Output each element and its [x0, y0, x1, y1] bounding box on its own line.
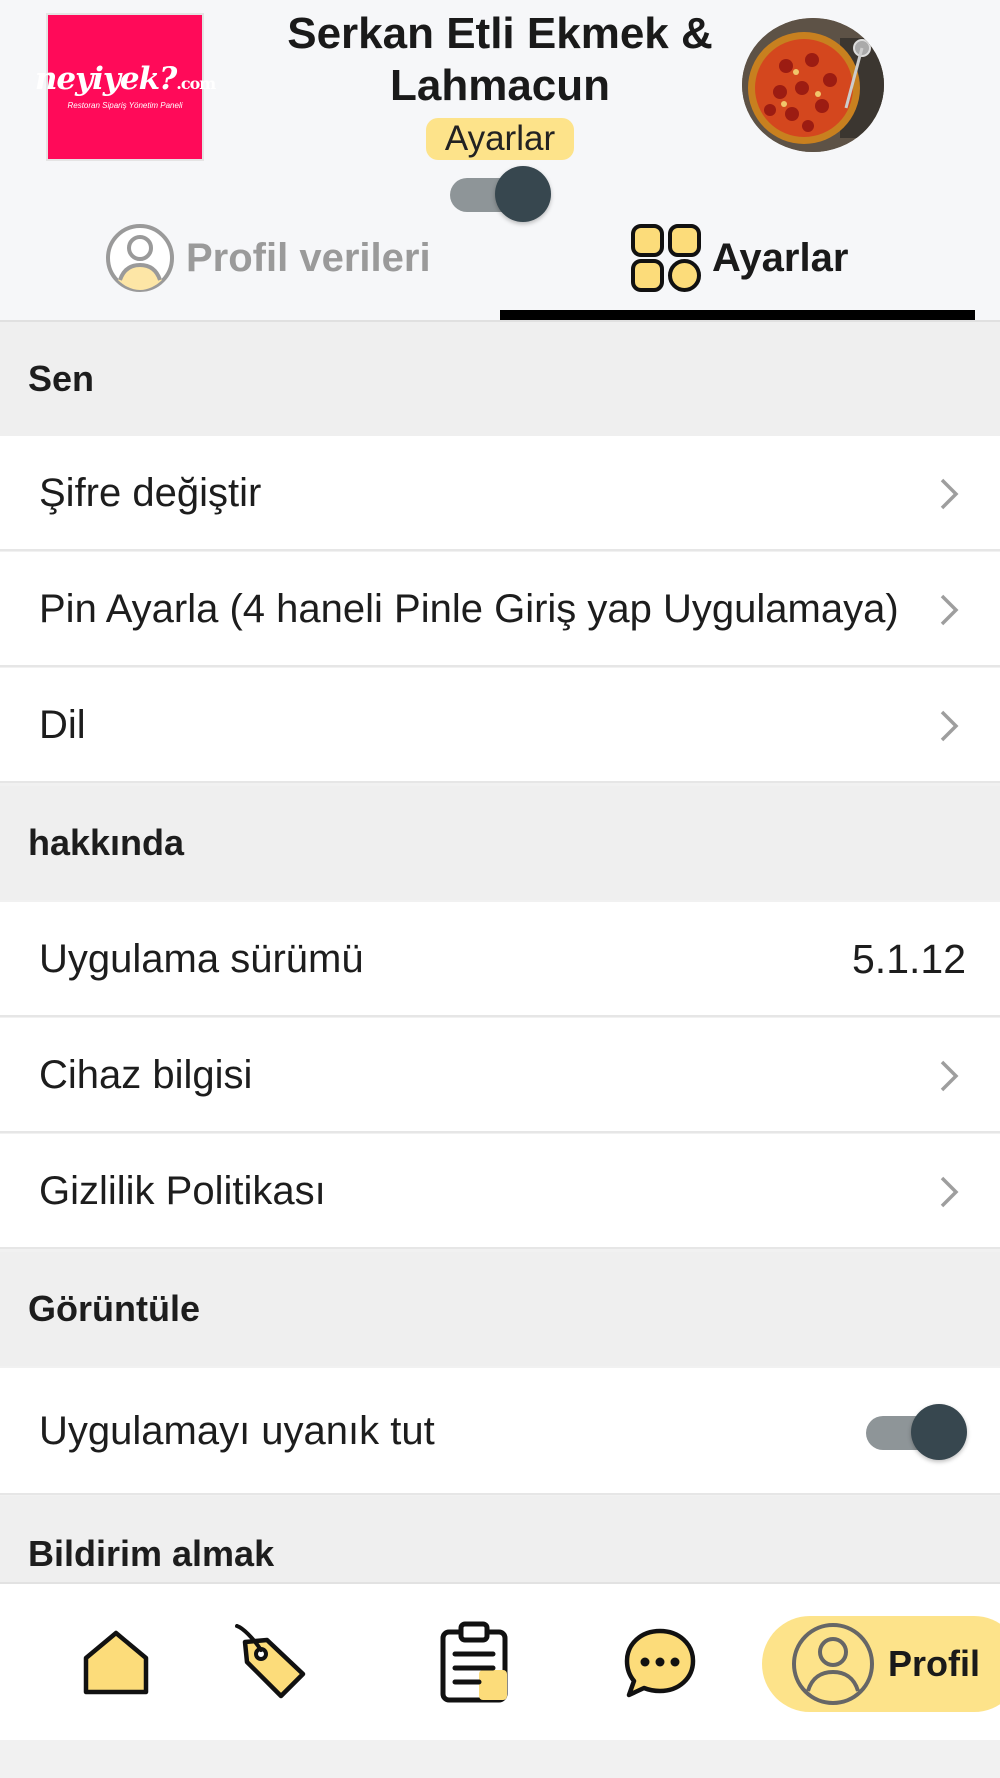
restaurant-avatar[interactable]	[742, 18, 884, 152]
logo-brand-main: neyiyek?	[34, 61, 177, 97]
chevron-right-icon	[940, 478, 959, 510]
section-header-display: Görüntüle	[0, 1252, 1000, 1366]
nav-messages[interactable]	[622, 1626, 698, 1700]
tab-profile-data[interactable]: Profil verileri	[104, 218, 431, 298]
section-title-you: Sen	[28, 358, 95, 399]
grid-icon	[630, 223, 702, 293]
chevron-right-icon	[940, 710, 959, 742]
page-badge: Ayarlar	[426, 118, 574, 160]
app-version-label: Uygulama sürümü	[39, 937, 364, 981]
set-pin-row[interactable]: Pin Ayarla (4 haneli Pinle Giriş yap Uyg…	[0, 552, 1000, 667]
user-circle-icon	[790, 1621, 876, 1707]
bottom-navigation: Profil	[0, 1582, 1000, 1740]
privacy-policy-row[interactable]: Gizlilik Politikası	[0, 1134, 1000, 1249]
change-password-label: Şifre değiştir	[39, 471, 262, 515]
keep-awake-label: Uygulamayı uyanık tut	[39, 1409, 435, 1453]
logo-tagline: Restoran Sipariş Yönetim Paneli	[67, 101, 183, 110]
change-password-row[interactable]: Şifre değiştir	[0, 436, 1000, 551]
pizza-image	[742, 18, 884, 152]
section-header-about: hakkında	[0, 786, 1000, 900]
device-info-row[interactable]: Cihaz bilgisi	[0, 1018, 1000, 1133]
app-header: neyiyek?.com Restoran Sipariş Yönetim Pa…	[0, 0, 1000, 322]
chat-icon	[624, 1628, 696, 1698]
nav-offers[interactable]	[230, 1622, 310, 1702]
brand-logo: neyiyek?.com Restoran Sipariş Yönetim Pa…	[35, 13, 216, 161]
system-bottom-bar	[0, 1740, 1000, 1778]
keep-awake-row: Uygulamayı uyanık tut	[0, 1368, 1000, 1495]
section-header-you: Sen	[0, 322, 1000, 436]
section-title-about: hakkında	[28, 822, 185, 863]
header-toggle[interactable]	[450, 166, 551, 222]
chevron-right-icon	[940, 594, 959, 626]
tab-settings[interactable]: Ayarlar	[630, 218, 848, 298]
nav-home[interactable]	[78, 1626, 154, 1698]
restaurant-name: Serkan Etli Ekmek & Lahmacun	[287, 9, 713, 110]
home-icon	[83, 1630, 149, 1695]
nav-orders[interactable]	[438, 1620, 514, 1704]
device-info-label: Cihaz bilgisi	[39, 1053, 253, 1097]
tab-settings-label: Ayarlar	[712, 235, 849, 280]
chevron-right-icon	[940, 1176, 959, 1208]
keep-awake-toggle[interactable]	[866, 1404, 967, 1460]
chevron-right-icon	[940, 1060, 959, 1092]
active-tab-indicator	[500, 310, 975, 320]
app-version-row: Uygulama sürümü 5.1.12	[0, 902, 1000, 1017]
tab-profile-data-label: Profil verileri	[186, 235, 431, 280]
logo-brand-suffix: .com	[176, 74, 216, 93]
nav-profile[interactable]: Profil	[762, 1616, 1000, 1712]
section-header-notifications: Bildirim almak	[0, 1496, 1000, 1582]
language-label: Dil	[39, 703, 86, 747]
tag-icon	[235, 1624, 306, 1699]
app-version-value: 5.1.12	[852, 936, 966, 982]
clipboard-icon	[440, 1621, 508, 1703]
user-circle-icon	[104, 222, 176, 294]
language-row[interactable]: Dil	[0, 668, 1000, 783]
set-pin-label: Pin Ayarla (4 haneli Pinle Giriş yap Uyg…	[39, 587, 899, 631]
nav-profile-label: Profil	[888, 1643, 981, 1684]
privacy-policy-label: Gizlilik Politikası	[39, 1169, 326, 1213]
section-title-display: Görüntüle	[28, 1288, 200, 1329]
